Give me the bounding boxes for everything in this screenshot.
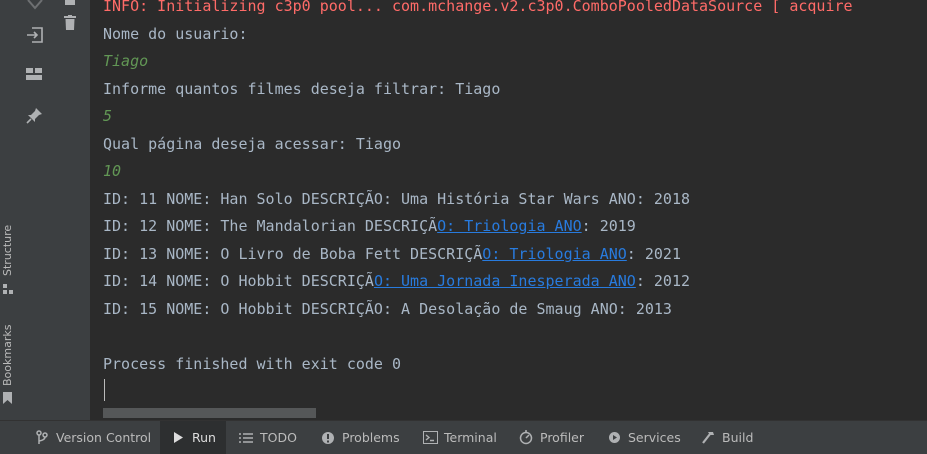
info-icon [320,430,336,446]
bookmark-icon [3,392,12,404]
text-caret [104,379,105,401]
profiler-icon [518,430,534,446]
tab-label: Run [192,430,216,445]
console-line-text: ID: 14 NOME: O Hobbit DESCRIÇÃ [103,272,374,290]
structure-icon [3,284,13,294]
tab-build[interactable]: Build [694,421,759,454]
rerun-icon[interactable] [26,0,44,12]
console-line-text: ID: 13 NOME: O Livro de Boba Fett DESCRI… [103,245,483,263]
left-tool-strip: Structure Bookmarks [0,0,18,420]
console-line-text: : 2019 [581,217,636,235]
services-icon [606,430,622,446]
trash-icon[interactable] [64,15,77,32]
console-link[interactable]: O: Uma Jornada Inesperada ANO [374,272,636,290]
console-input: Tiago [103,52,149,70]
console-line: ID: 15 NOME: O Hobbit DESCRIÇÃO: A Desol… [103,300,672,318]
bookmarks-tab[interactable]: Bookmarks [0,320,17,410]
tab-label: Terminal [444,430,497,445]
tab-profiler[interactable]: Profiler [512,421,590,454]
console-line: ID: 12 NOME: The Mandalorian DESCRIÇÃO: … [103,216,636,236]
console-line-text: ID: 12 NOME: The Mandalorian DESCRIÇÃ [103,217,438,235]
pin-icon[interactable] [26,107,43,124]
tab-label: Version Control [56,430,152,445]
console-line: Informe quantos filmes deseja filtrar: T… [103,80,501,98]
console-line: Qual página deseja acessar: Tiago [103,135,402,153]
console-line-exit: Process finished with exit code 0 [103,355,402,373]
console-line: ID: 13 NOME: O Livro de Boba Fett DESCRI… [103,244,681,264]
play-icon [170,430,186,446]
console-line: ID: 11 NOME: Han Solo DESCRIÇÃO: Uma His… [103,190,690,208]
tab-services[interactable]: Services [600,421,687,454]
tab-run[interactable]: Run [160,421,226,454]
console-line: ID: 14 NOME: O Hobbit DESCRIÇÃO: Uma Jor… [103,271,690,291]
tab-version-control[interactable]: Version Control [26,421,159,454]
bookmarks-tab-label: Bookmarks [1,324,14,386]
hammer-icon [700,430,716,446]
run-actions-bar-secondary [51,0,91,420]
tab-problems[interactable]: Problems [314,421,406,454]
tab-terminal[interactable]: Terminal [416,421,503,454]
console-line-text: : 2021 [626,245,681,263]
tab-label: Problems [342,430,400,445]
branch-icon [34,430,50,446]
console-line-info: INFO: Initializing c3p0 pool... com.mcha… [103,0,853,15]
console-input: 10 [103,162,122,180]
console-link[interactable]: O: Triologia ANO [482,245,627,263]
exit-icon[interactable] [26,26,44,44]
run-actions-bar [17,0,51,420]
tab-label: TODO [260,430,297,445]
console-line: Nome do usuario: [103,25,248,43]
list-icon [238,430,254,446]
structure-tab[interactable]: Structure [0,222,17,297]
console-line-text: : 2012 [635,272,691,290]
structure-tab-label: Structure [1,224,14,276]
horizontal-scrollbar[interactable] [103,408,316,418]
tab-label: Services [628,430,681,445]
scroll-up-icon[interactable] [63,0,77,8]
console-link[interactable]: O: Triologia ANO [437,217,582,235]
terminal-icon [422,430,438,446]
tab-label: Profiler [540,430,585,445]
run-console[interactable]: INFO: Initializing c3p0 pool... com.mcha… [90,0,927,420]
tab-label: Build [722,430,754,445]
layout-icon[interactable] [26,67,43,82]
tab-todo[interactable]: TODO [232,421,303,454]
console-input: 5 [103,107,113,125]
bottom-tool-bar: Version Control Run TODO Problems Termin… [0,420,927,454]
